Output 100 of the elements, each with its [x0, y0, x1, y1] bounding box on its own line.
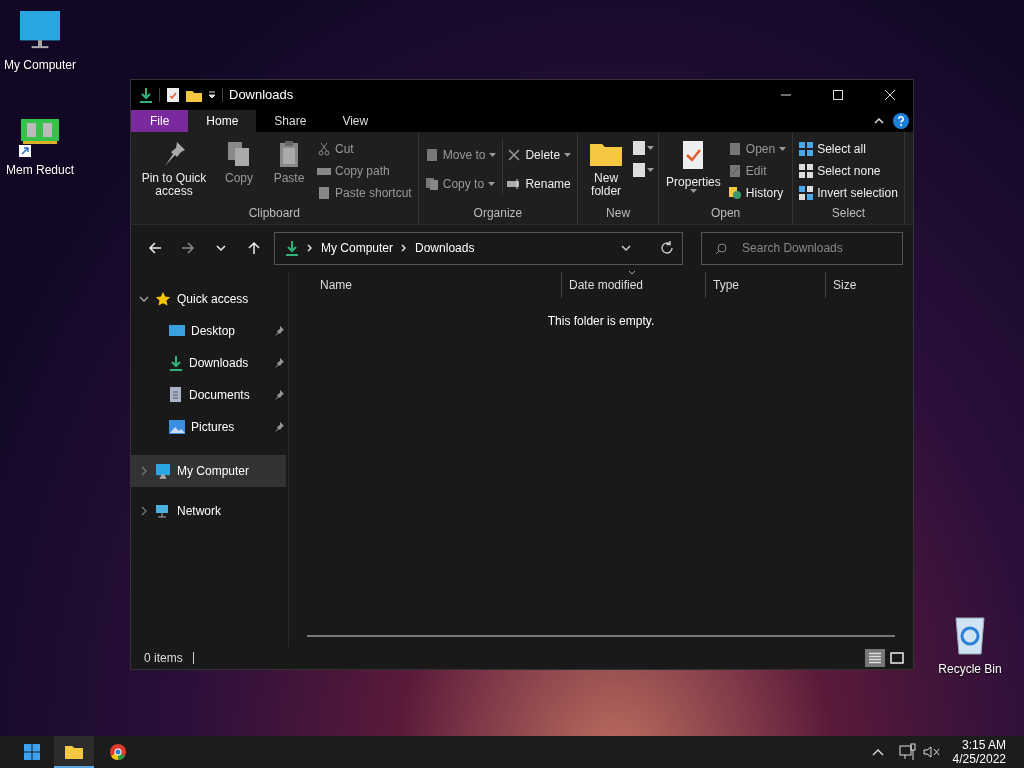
ribbon-tab[interactable]: View	[324, 110, 387, 132]
new-item-button[interactable]	[632, 140, 655, 156]
sidebar-item[interactable]: Quick access	[131, 283, 286, 315]
ribbon-button[interactable]: History	[725, 182, 789, 204]
back-icon	[147, 241, 162, 255]
copy-icon	[226, 140, 252, 168]
sidebar-item[interactable]: Documents	[131, 379, 288, 411]
ribbon-group-label: Open	[709, 205, 742, 222]
history-icon	[727, 186, 742, 200]
ribbon-button[interactable]: Invert selection	[797, 182, 900, 204]
column-header[interactable]: Date modified	[561, 272, 705, 298]
search-icon	[715, 242, 728, 255]
select-none-icon	[799, 164, 814, 178]
caret-icon	[647, 167, 655, 173]
refresh-icon	[660, 241, 675, 255]
chevron-right-icon	[139, 506, 149, 516]
ribbon-button[interactable]: Rename	[505, 173, 574, 195]
search-field[interactable]: Search Downloads	[701, 231, 904, 265]
chevron-icon	[401, 244, 408, 252]
download-icon	[169, 355, 183, 371]
clock-date: 4/25/2022	[952, 752, 1006, 766]
sidebar-item[interactable]: Pictures	[131, 411, 288, 443]
muted-speaker-icon	[922, 745, 941, 759]
monitor-icon	[155, 463, 171, 479]
desktop-icon-label[interactable]: My Computer	[4, 56, 76, 74]
sidebar-item[interactable]: My Computer	[131, 455, 286, 487]
ribbon-button[interactable]: Properties	[663, 138, 724, 194]
star-icon	[155, 291, 171, 307]
sidebar-item[interactable]: Network	[131, 495, 286, 527]
ribbon-button[interactable]: Delete	[505, 144, 574, 166]
edit-icon	[727, 164, 742, 178]
list-icon	[868, 652, 882, 664]
sidebar-item[interactable]: Desktop	[131, 315, 288, 347]
browser-icon	[110, 744, 126, 760]
invert-selection-icon	[799, 186, 814, 200]
caret-icon	[689, 189, 697, 194]
picture-icon	[169, 419, 185, 435]
shortcut-icon	[317, 186, 331, 200]
caret-icon	[647, 145, 655, 151]
scissors-icon	[317, 142, 331, 156]
empty-folder-message: This folder is empty.	[547, 313, 655, 330]
chevron-icon	[307, 244, 313, 252]
help-icon	[893, 113, 909, 129]
ribbon-tab[interactable]: Share	[256, 110, 325, 132]
ribbon-button[interactable]: New folder	[582, 138, 631, 198]
ribbon-button[interactable]: Select none	[797, 160, 900, 182]
breadcrumb-item[interactable]: Downloads	[415, 239, 475, 257]
new-item-button[interactable]	[632, 162, 655, 178]
large-icons-view-button[interactable]	[887, 649, 907, 667]
column-header[interactable]: Size	[825, 272, 905, 298]
desktop-icon-label[interactable]: Mem Reduct	[6, 161, 74, 179]
ribbon-group-label: New	[605, 205, 632, 222]
ribbon-group-label: Clipboard	[247, 205, 302, 222]
close-icon	[883, 88, 897, 102]
folder-icon	[186, 88, 202, 102]
clock-time: 3:15 AM	[961, 738, 1006, 752]
windows-logo-icon	[24, 744, 40, 760]
chevron-up-icon	[870, 747, 885, 757]
column-header[interactable]: Type	[705, 272, 825, 298]
forward-icon	[180, 241, 195, 255]
window-title: Downloads	[229, 86, 294, 105]
ribbon-tab[interactable]: File	[131, 110, 189, 132]
folder-icon	[65, 743, 83, 759]
caret-icon	[564, 152, 572, 158]
desktop-icon-label[interactable]: Recycle Bin	[938, 660, 1002, 678]
ribbon-button[interactable]: Select all	[797, 138, 900, 160]
ribbon-button[interactable]: Pin to Quick access	[135, 138, 213, 198]
item-count: 0 items	[144, 650, 183, 667]
window-icon	[890, 652, 904, 664]
copy-icon	[424, 177, 439, 191]
network-icon	[898, 743, 917, 761]
open-icon	[727, 142, 742, 156]
properties-icon	[166, 87, 180, 103]
download-icon	[285, 240, 299, 256]
chevron-down-icon	[139, 294, 149, 304]
document-icon	[632, 162, 647, 178]
move-icon	[424, 148, 439, 162]
delete-icon	[507, 148, 522, 162]
download-icon	[139, 87, 153, 103]
select-all-icon	[799, 142, 814, 156]
dropdown-icon	[208, 90, 216, 100]
document-icon	[632, 140, 647, 156]
network-icon	[155, 503, 171, 519]
caret-icon	[779, 146, 787, 152]
caret-icon	[488, 181, 496, 187]
rename-icon	[507, 177, 522, 191]
maximize-icon	[831, 88, 845, 102]
address-bar[interactable]: My Computer Downloads	[274, 231, 684, 265]
breadcrumb-item[interactable]: My Computer	[321, 239, 394, 257]
chevron-right-icon	[139, 466, 149, 476]
file-explorer-taskbar-button[interactable]	[54, 736, 94, 768]
ribbon-group-label: Select	[830, 205, 867, 222]
ribbon-tab[interactable]: Home	[188, 110, 257, 132]
document-icon	[169, 387, 183, 403]
dropdown-icon	[620, 244, 633, 252]
horizontal-scrollbar[interactable]	[307, 635, 895, 637]
sidebar-item[interactable]: Downloads	[131, 347, 288, 379]
column-header[interactable]: Name	[313, 272, 561, 298]
up-icon	[247, 241, 262, 255]
desktop-icon	[169, 324, 185, 338]
